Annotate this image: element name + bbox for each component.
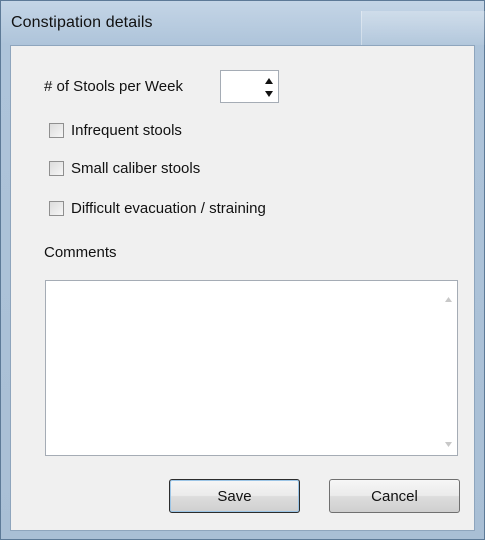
infrequent-stools-label: Infrequent stools xyxy=(71,121,182,139)
scroll-down-icon[interactable] xyxy=(444,436,453,447)
small-caliber-stools-label: Small caliber stools xyxy=(71,159,201,177)
stools-per-week-label: # of Stools per Week xyxy=(44,78,183,95)
small-caliber-stools-checkbox[interactable] xyxy=(49,160,64,176)
stools-per-week-input[interactable] xyxy=(223,73,263,101)
difficult-evacuation-label: Difficult evacuation / straining xyxy=(71,199,266,217)
dialog-window: Constipation details # of Stools per Wee… xyxy=(0,0,485,540)
checkbox-row-small-caliber-stools[interactable]: Small caliber stools xyxy=(49,157,200,179)
cancel-button[interactable]: Cancel xyxy=(329,479,460,513)
spin-up-icon[interactable] xyxy=(263,74,275,86)
save-button[interactable]: Save xyxy=(169,479,300,513)
frame-decoration xyxy=(361,11,485,45)
spin-down-icon[interactable] xyxy=(263,87,275,99)
dialog-client-area: # of Stools per Week Infrequent stools S… xyxy=(10,45,475,531)
comments-textarea-frame[interactable] xyxy=(45,280,458,456)
checkbox-row-difficult-evacuation[interactable]: Difficult evacuation / straining xyxy=(49,197,266,219)
comments-textarea[interactable] xyxy=(48,283,442,455)
window-title: Constipation details xyxy=(11,14,153,31)
difficult-evacuation-checkbox[interactable] xyxy=(49,200,64,216)
scroll-up-icon[interactable] xyxy=(444,291,453,302)
infrequent-stools-checkbox[interactable] xyxy=(49,122,64,138)
stools-per-week-stepper[interactable] xyxy=(220,70,279,103)
comments-label: Comments xyxy=(44,244,117,261)
checkbox-row-infrequent-stools[interactable]: Infrequent stools xyxy=(49,119,182,141)
comments-scrollbar[interactable] xyxy=(440,281,457,455)
